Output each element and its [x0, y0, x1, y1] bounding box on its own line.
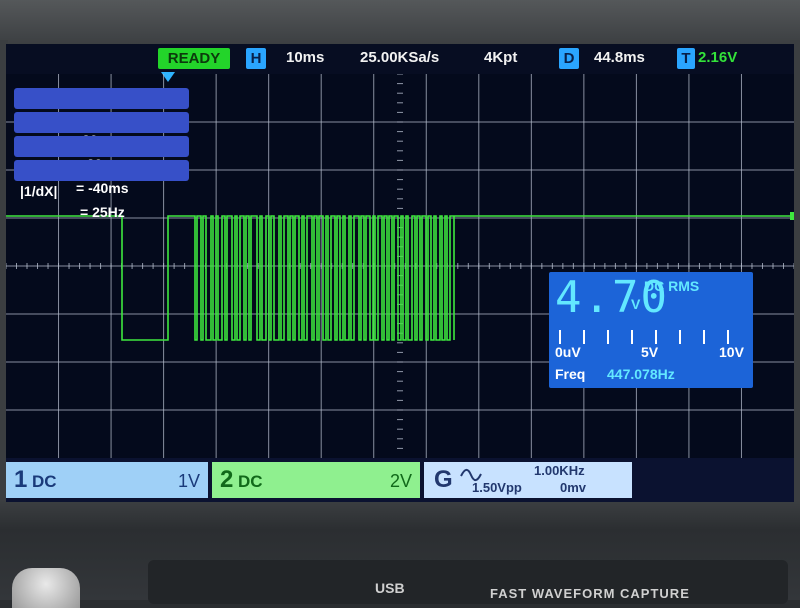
- cursor-frequency: |1/dX| = 25Hz: [14, 160, 189, 220]
- channel-bar: 1 DC 1V 2 DC 2V G 1.00KHz 1.50Vpp 0mv: [6, 458, 794, 502]
- usb-port-label: USB: [375, 580, 405, 596]
- generator-frequency: 1.00KHz: [534, 463, 585, 478]
- cursor-bx: BX = -20ms: [14, 112, 189, 172]
- generator-amplitude: 1.50Vpp: [472, 480, 522, 495]
- channel-2-scale: 2V: [389, 471, 412, 491]
- frequency-label: Freq: [555, 366, 586, 382]
- generator-button[interactable]: G 1.00KHz 1.50Vpp 0mv: [424, 462, 632, 498]
- bezel-top: [0, 0, 800, 48]
- waveform-area[interactable]: AX = 20ms BX = -20ms BX-AX = -40ms |1/dX…: [6, 74, 794, 458]
- cursor-frequency-value: = 25Hz: [80, 204, 125, 220]
- scale-tick: [607, 330, 609, 344]
- feature-label: FAST WAVEFORM CAPTURE: [490, 586, 690, 601]
- timebase-value: 10ms: [286, 49, 325, 66]
- oscilloscope-screen: READY H 10ms 25.00KSa/s 4Kpt D 44.8ms T …: [6, 44, 794, 502]
- channel-1-coupling: DC: [32, 472, 57, 491]
- horizontal-badge[interactable]: H: [246, 48, 266, 69]
- frequency-value: 447.078Hz: [607, 366, 675, 382]
- scale-tick: [727, 330, 729, 344]
- sample-rate-value: 25.00KSa/s: [360, 49, 440, 66]
- channel-2-coupling: DC: [238, 472, 263, 491]
- scale-tick: [559, 330, 561, 344]
- scale-label-max: 10V: [719, 344, 744, 360]
- multimeter-panel[interactable]: 4.70 DC RMS V 0uV 5V 10V Freq 447.078Hz: [549, 272, 753, 388]
- scale-tick: [655, 330, 657, 344]
- delay-value: 44.8ms: [594, 49, 645, 66]
- status-bar: READY H 10ms 25.00KSa/s 4Kpt D 44.8ms T …: [6, 44, 794, 74]
- channel-1-number: 1: [14, 466, 28, 493]
- run-state-badge[interactable]: READY: [158, 48, 230, 69]
- generator-label: G: [434, 466, 453, 493]
- trigger-badge[interactable]: T: [677, 48, 695, 69]
- scale-tick: [679, 330, 681, 344]
- power-button[interactable]: [12, 568, 80, 608]
- front-panel-strip: [148, 560, 788, 604]
- cursor-ax: AX = 20ms: [14, 88, 189, 148]
- multimeter-unit: V: [631, 296, 641, 312]
- cursor-frequency-label: |1/dX|: [20, 183, 58, 199]
- trigger-level-value: 2.16V: [698, 49, 738, 66]
- scale-label-min: 0uV: [555, 344, 581, 360]
- cursor-delta-value: = -40ms: [76, 180, 129, 196]
- channel-2-number: 2: [220, 466, 234, 493]
- cursor-delta: BX-AX = -40ms: [14, 136, 189, 196]
- scale-tick: [703, 330, 705, 344]
- scale-label-mid: 5V: [641, 344, 659, 360]
- memory-depth-value: 4Kpt: [484, 49, 518, 66]
- channel-1-button[interactable]: 1 DC 1V: [6, 462, 208, 498]
- generator-offset: 0mv: [560, 480, 587, 495]
- delay-badge[interactable]: D: [559, 48, 579, 69]
- channel-1-scale: 1V: [177, 471, 200, 491]
- multimeter-mode: DC RMS: [644, 278, 700, 294]
- channel-2-level-marker: [790, 212, 794, 220]
- channel-2-button[interactable]: 2 DC 2V: [212, 462, 420, 498]
- scale-tick: [583, 330, 585, 344]
- scale-tick: [631, 330, 633, 344]
